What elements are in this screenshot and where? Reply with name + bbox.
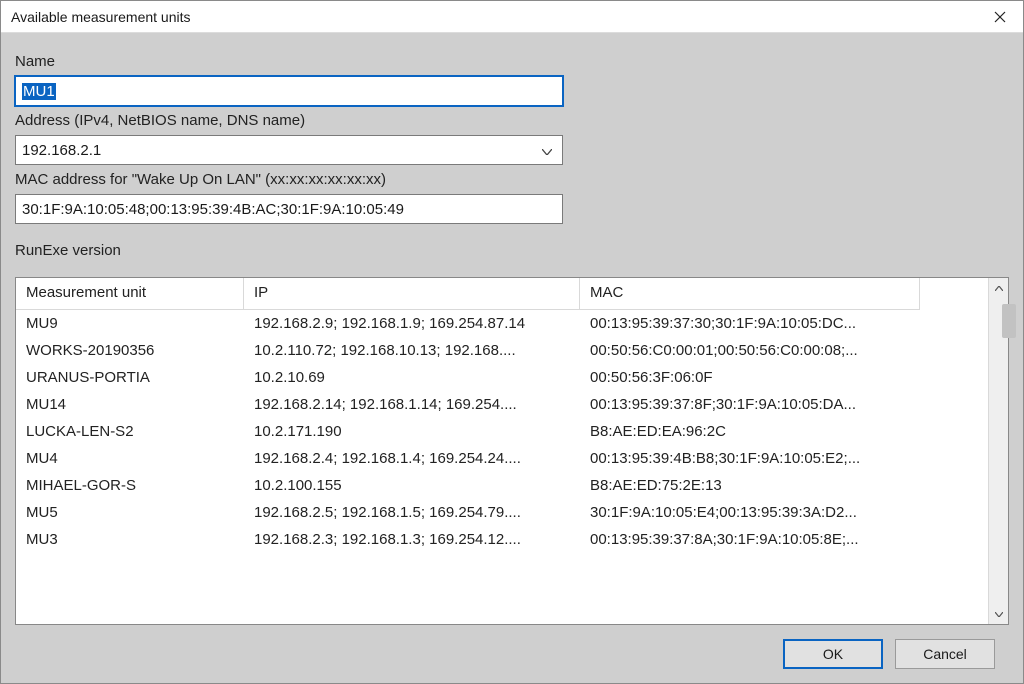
scroll-down-icon[interactable] bbox=[989, 604, 1009, 624]
client-area: Name MU1 Address (IPv4, NetBIOS name, DN… bbox=[1, 33, 1023, 683]
cell-ip: 192.168.2.9; 192.168.1.9; 169.254.87.14 bbox=[244, 315, 580, 332]
cell-mac: 00:13:95:39:37:8A;30:1F:9A:10:05:8E;... bbox=[580, 531, 920, 548]
cell-unit: MU5 bbox=[16, 504, 244, 521]
table-row[interactable]: MIHAEL-GOR-S10.2.100.155B8:AE:ED:75:2E:1… bbox=[16, 472, 988, 499]
scroll-up-icon[interactable] bbox=[989, 278, 1009, 298]
address-combobox[interactable]: 192.168.2.1 bbox=[15, 135, 563, 165]
title-bar: Available measurement units bbox=[1, 1, 1023, 33]
cell-ip: 192.168.2.5; 192.168.1.5; 169.254.79.... bbox=[244, 504, 580, 521]
cell-unit: LUCKA-LEN-S2 bbox=[16, 423, 244, 440]
table-row[interactable]: MU3192.168.2.3; 192.168.1.3; 169.254.12.… bbox=[16, 526, 988, 553]
table-row[interactable]: MU9192.168.2.9; 192.168.1.9; 169.254.87.… bbox=[16, 310, 988, 337]
scroll-thumb[interactable] bbox=[1002, 304, 1016, 338]
cell-ip: 10.2.10.69 bbox=[244, 369, 580, 386]
table-row[interactable]: URANUS-PORTIA10.2.10.6900:50:56:3F:06:0F bbox=[16, 364, 988, 391]
close-icon bbox=[994, 11, 1006, 23]
table-body: MU9192.168.2.9; 192.168.1.9; 169.254.87.… bbox=[16, 310, 988, 624]
cell-mac: 00:50:56:3F:06:0F bbox=[580, 369, 920, 386]
cell-unit: MU14 bbox=[16, 396, 244, 413]
address-value: 192.168.2.1 bbox=[22, 142, 101, 159]
cell-unit: MU4 bbox=[16, 450, 244, 467]
cell-unit: MIHAEL-GOR-S bbox=[16, 477, 244, 494]
mac-label: MAC address for "Wake Up On LAN" (xx:xx:… bbox=[15, 171, 1009, 188]
chevron-down-icon bbox=[538, 142, 556, 159]
mac-input-value: 30:1F:9A:10:05:48;00:13:95:39:4B:AC;30:1… bbox=[22, 201, 404, 218]
cell-mac: 00:13:95:39:37:30;30:1F:9A:10:05:DC... bbox=[580, 315, 920, 332]
cell-ip: 192.168.2.3; 192.168.1.3; 169.254.12.... bbox=[244, 531, 580, 548]
cell-ip: 192.168.2.14; 192.168.1.14; 169.254.... bbox=[244, 396, 580, 413]
cell-unit: MU3 bbox=[16, 531, 244, 548]
cell-unit: WORKS-20190356 bbox=[16, 342, 244, 359]
table-row[interactable]: LUCKA-LEN-S210.2.171.190B8:AE:ED:EA:96:2… bbox=[16, 418, 988, 445]
cell-unit: MU9 bbox=[16, 315, 244, 332]
cell-ip: 10.2.100.155 bbox=[244, 477, 580, 494]
vertical-scrollbar[interactable] bbox=[988, 278, 1008, 624]
table-row[interactable]: MU14192.168.2.14; 192.168.1.14; 169.254.… bbox=[16, 391, 988, 418]
dialog-window: Available measurement units Name MU1 Add… bbox=[0, 0, 1024, 684]
cell-ip: 10.2.171.190 bbox=[244, 423, 580, 440]
window-title: Available measurement units bbox=[11, 9, 191, 25]
address-label: Address (IPv4, NetBIOS name, DNS name) bbox=[15, 112, 1009, 129]
cell-ip: 192.168.2.4; 192.168.1.4; 169.254.24.... bbox=[244, 450, 580, 467]
cell-mac: 00:50:56:C0:00:01;00:50:56:C0:00:08;... bbox=[580, 342, 920, 359]
table-row[interactable]: MU4192.168.2.4; 192.168.1.4; 169.254.24.… bbox=[16, 445, 988, 472]
name-input[interactable]: MU1 bbox=[15, 76, 563, 106]
table-row[interactable]: MU5192.168.2.5; 192.168.1.5; 169.254.79.… bbox=[16, 499, 988, 526]
cell-ip: 10.2.110.72; 192.168.10.13; 192.168.... bbox=[244, 342, 580, 359]
col-header-mac[interactable]: MAC bbox=[580, 278, 920, 310]
name-label: Name bbox=[15, 53, 1009, 70]
cell-unit: URANUS-PORTIA bbox=[16, 369, 244, 386]
cell-mac: 30:1F:9A:10:05:E4;00:13:95:39:3A:D2... bbox=[580, 504, 920, 521]
table-row[interactable]: WORKS-2019035610.2.110.72; 192.168.10.13… bbox=[16, 337, 988, 364]
runexe-label: RunExe version bbox=[15, 242, 1009, 259]
units-table: Measurement unit IP MAC MU9192.168.2.9; … bbox=[15, 277, 1009, 625]
cancel-button[interactable]: Cancel bbox=[895, 639, 995, 669]
close-button[interactable] bbox=[977, 1, 1023, 33]
cell-mac: B8:AE:ED:EA:96:2C bbox=[580, 423, 920, 440]
table-header: Measurement unit IP MAC bbox=[16, 278, 988, 310]
cell-mac: 00:13:95:39:37:8F;30:1F:9A:10:05:DA... bbox=[580, 396, 920, 413]
table-content: Measurement unit IP MAC MU9192.168.2.9; … bbox=[16, 278, 988, 624]
col-header-ip[interactable]: IP bbox=[244, 278, 580, 310]
name-input-value: MU1 bbox=[22, 83, 56, 100]
cell-mac: 00:13:95:39:4B:B8;30:1F:9A:10:05:E2;... bbox=[580, 450, 920, 467]
button-bar: OK Cancel bbox=[15, 625, 1009, 673]
ok-button[interactable]: OK bbox=[783, 639, 883, 669]
col-header-unit[interactable]: Measurement unit bbox=[16, 278, 244, 310]
cell-mac: B8:AE:ED:75:2E:13 bbox=[580, 477, 920, 494]
mac-input[interactable]: 30:1F:9A:10:05:48;00:13:95:39:4B:AC;30:1… bbox=[15, 194, 563, 224]
